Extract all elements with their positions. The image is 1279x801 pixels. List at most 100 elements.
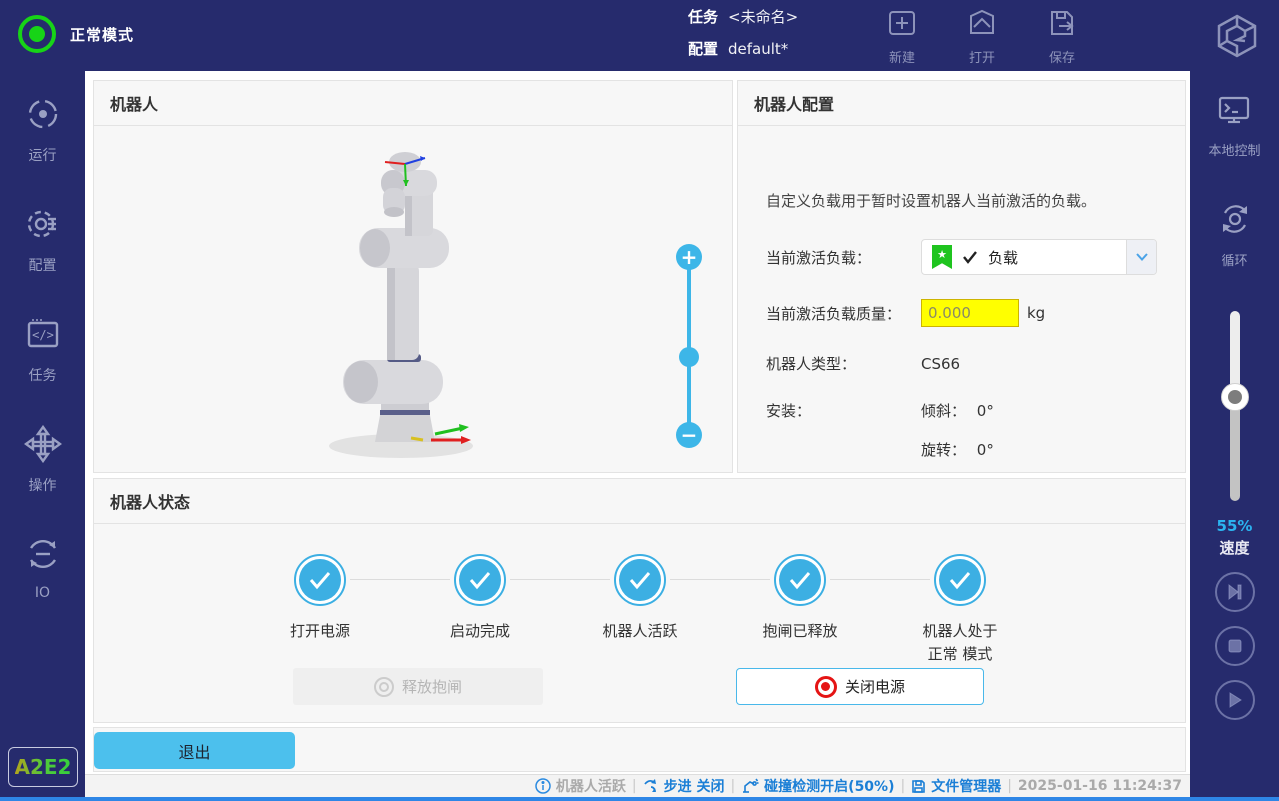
bottom-accent-line (0, 797, 1279, 801)
sidebar-item-run-label: 运行 (29, 145, 57, 165)
sidebar-item-operate[interactable]: 操作 (24, 425, 62, 495)
check-circle-icon (454, 554, 506, 606)
play-icon (1226, 691, 1244, 709)
power-off-button[interactable]: 关闭电源 (736, 668, 984, 705)
task-key: 任务 (688, 10, 718, 25)
active-load-mass-label: 当前激活负载质量： (766, 303, 921, 324)
payload-description: 自定义负载用于暂时设置机器人当前激活的负载。 (766, 190, 1157, 211)
step-label: 启动完成 (450, 620, 510, 643)
robot-arm-render (301, 144, 521, 474)
mode-indicator[interactable]: 正常模式 (18, 15, 134, 53)
robot-config-panel: 机器人配置 自定义负载用于暂时设置机器人当前激活的负载。 当前激活负载： ★ 负… (737, 80, 1186, 473)
step-label: 机器人活跃 (602, 620, 677, 643)
right-sidebar: 本地控制 循环 55% 速度 (1190, 71, 1279, 797)
top-bar: 正常模式 任务 <未命名> 配置 default* 新建 (0, 0, 1279, 71)
sidebar-item-config[interactable]: 配置 (24, 205, 62, 275)
new-button-label: 新建 (889, 47, 915, 66)
active-load-mass-input[interactable] (921, 299, 1019, 327)
step-power-on: 打开电源 (240, 554, 400, 665)
datetime-display: 2025-01-16 11:24:37 (1018, 778, 1182, 794)
power-off-icon (815, 676, 837, 698)
power-off-label: 关闭电源 (845, 676, 905, 697)
sidebar-item-task[interactable]: </> 任务 (24, 315, 62, 385)
bookmark-icon: ★ (932, 245, 952, 269)
loop-label: 循环 (1221, 250, 1247, 269)
file-actions: 新建 打开 保存 (880, 8, 1084, 66)
save-button[interactable]: 保存 (1040, 8, 1084, 66)
move-arrows-icon (24, 425, 62, 467)
robot-serial-label: A2E2 (15, 755, 72, 779)
left-sidebar: 运行 配置 </> 任务 操作 (0, 71, 85, 797)
save-icon (1045, 8, 1079, 44)
check-circle-icon (774, 554, 826, 606)
speed-label: 速度 (1219, 537, 1249, 558)
dropdown-chevron[interactable] (1126, 240, 1156, 274)
active-load-dropdown[interactable]: ★ 负载 (921, 239, 1157, 275)
footer-row: 退出 (93, 727, 1186, 772)
loop-button[interactable]: 循环 (1215, 199, 1255, 269)
zoom-slider-thumb[interactable] (679, 347, 699, 367)
sidebar-item-io-label: IO (35, 585, 50, 601)
robot-panel: 机器人 (93, 80, 733, 473)
new-file-icon (885, 8, 919, 44)
open-file-icon (965, 8, 999, 44)
file-manager-status[interactable]: 文件管理器 (911, 776, 1001, 796)
new-button[interactable]: 新建 (880, 8, 924, 66)
step-forward-button[interactable] (1215, 572, 1255, 612)
run-icon (24, 95, 62, 137)
release-brake-button[interactable]: 释放抱闸 (293, 668, 543, 705)
step-label: 机器人处于 正常 模式 (922, 620, 997, 665)
loop-icon (1215, 199, 1255, 243)
sidebar-item-run[interactable]: 运行 (24, 95, 62, 165)
task-value: <未命名> (728, 10, 798, 25)
play-button[interactable] (1215, 680, 1255, 720)
normal-mode-icon (18, 15, 56, 53)
collision-icon (741, 778, 759, 794)
local-control-button[interactable]: 本地控制 (1208, 93, 1260, 159)
brake-release-icon (374, 677, 394, 697)
stop-icon (1227, 638, 1243, 654)
brand-logo-icon (1213, 12, 1261, 60)
mass-unit: kg (1027, 304, 1045, 322)
robot-status-title: 机器人状态 (94, 479, 1185, 524)
step-robot-active: 机器人活跃 (560, 554, 720, 665)
check-circle-icon (934, 554, 986, 606)
step-startup-complete: 启动完成 (400, 554, 560, 665)
release-brake-label: 释放抱闸 (402, 676, 462, 697)
main-content: 机器人 (85, 71, 1190, 797)
zoom-in-button[interactable]: + (676, 244, 702, 270)
skip-icon (1226, 583, 1244, 601)
check-circle-icon (294, 554, 346, 606)
save-button-label: 保存 (1049, 47, 1075, 66)
exit-button[interactable]: 退出 (94, 732, 295, 769)
sidebar-item-io[interactable]: IO (24, 535, 62, 601)
config-value: default* (728, 42, 788, 57)
zoom-track[interactable] (687, 257, 691, 435)
active-load-value: 负载 (988, 247, 1018, 268)
mode-label: 正常模式 (70, 24, 134, 45)
code-window-icon: </> (24, 315, 62, 357)
open-button[interactable]: 打开 (960, 8, 1004, 66)
rotation-value: 0° (977, 441, 994, 459)
tilt-value: 0° (977, 402, 994, 420)
open-button-label: 打开 (969, 47, 995, 66)
step-label: 抱闸已释放 (762, 620, 837, 643)
svg-text:</>: </> (32, 328, 54, 342)
robot-active-status: 机器人活跃 (535, 776, 626, 796)
collision-detection-status[interactable]: 碰撞检测开启(50%) (741, 776, 894, 796)
active-load-label: 当前激活负载： (766, 247, 921, 268)
gear-icon (24, 205, 62, 247)
speed-slider[interactable] (1230, 311, 1240, 501)
speed-slider-thumb[interactable] (1221, 383, 1249, 411)
robot-3d-viewport[interactable]: + − (94, 126, 732, 481)
robot-serial-badge: A2E2 (8, 747, 78, 787)
info-icon (535, 778, 551, 794)
step-mode-status[interactable]: 步进 关闭 (643, 776, 725, 796)
robot-type-label: 机器人类型： (766, 353, 921, 374)
zoom-out-button[interactable]: − (676, 422, 702, 448)
speed-percent: 55% (1217, 517, 1253, 535)
file-manager-icon (911, 779, 926, 794)
mount-label: 安装： (766, 400, 921, 421)
stop-button[interactable] (1215, 626, 1255, 666)
robot-config-title: 机器人配置 (738, 81, 1185, 126)
